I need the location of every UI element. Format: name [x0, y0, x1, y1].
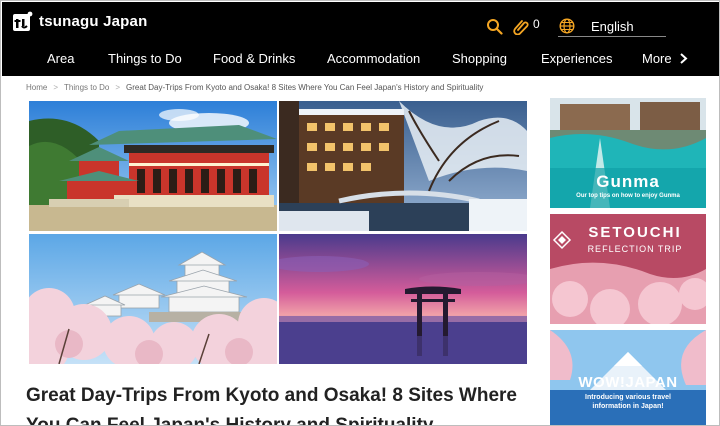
- banner-gunma-title: Gunma: [596, 172, 660, 191]
- article-photo-temple: [29, 101, 277, 231]
- nav-item-more[interactable]: More: [642, 51, 672, 66]
- paperclip-icon[interactable]: [513, 18, 530, 35]
- nav-item-accommodation[interactable]: Accommodation: [327, 51, 420, 66]
- logo-text: tsunagu Japan: [39, 13, 148, 30]
- page-frame: tsunagu Japan 0 English Area Things to D…: [0, 0, 720, 426]
- breadcrumb: Home > Things to Do > Great Day-Trips Fr…: [26, 83, 483, 92]
- breadcrumb-category[interactable]: Things to Do: [64, 83, 109, 92]
- banner-gunma-tagline: Our top tips on how to enjoy Gunma: [576, 193, 680, 199]
- nav-item-experiences[interactable]: Experiences: [541, 51, 613, 66]
- nav-item-food-drinks[interactable]: Food & Drinks: [213, 51, 295, 66]
- banner-gunma[interactable]: Gunma Our top tips on how to enjoy Gunma: [550, 98, 706, 208]
- globe-icon: [559, 18, 575, 34]
- breadcrumb-home[interactable]: Home: [26, 83, 47, 92]
- saved-count: 0: [533, 17, 540, 31]
- breadcrumb-separator-icon: >: [53, 83, 59, 92]
- banner-setouchi-subtitle: REFLECTION TRIP: [587, 244, 683, 254]
- site-logo[interactable]: tsunagu Japan: [12, 11, 147, 32]
- breadcrumb-current: Great Day-Trips From Kyoto and Osaka! 8 …: [126, 83, 484, 92]
- logo-mark-icon: [13, 11, 33, 31]
- language-label: English: [591, 18, 634, 34]
- language-selector[interactable]: English: [558, 16, 666, 37]
- banner-setouchi[interactable]: SETOUCHI REFLECTION TRIP: [550, 214, 706, 324]
- search-icon[interactable]: [486, 18, 503, 35]
- article-photo-castle: [29, 234, 277, 364]
- nav-item-things-to-do[interactable]: Things to Do: [108, 51, 182, 66]
- nav-item-shopping[interactable]: Shopping: [452, 51, 507, 66]
- article-photo-snow-town: [279, 101, 527, 231]
- banner-wowjapan-title: WOW!JAPAN: [578, 374, 678, 391]
- banner-setouchi-title: SETOUCHI: [588, 224, 682, 241]
- banner-wowjapan-tagline-1: Introducing various travel: [585, 394, 671, 401]
- banner-wowjapan[interactable]: WOW!JAPAN Introducing various travel inf…: [550, 330, 706, 425]
- nav-item-area[interactable]: Area: [47, 51, 74, 66]
- article-title: Great Day-Trips From Kyoto and Osaka! 8 …: [26, 385, 517, 426]
- breadcrumb-separator-icon: >: [115, 83, 121, 92]
- article-photo-torii: [279, 234, 527, 364]
- chevron-right-icon[interactable]: [679, 53, 688, 64]
- banner-wowjapan-tagline-2: information in Japan!: [592, 403, 664, 410]
- main-nav: Area Things to Do Food & Drinks Accommod…: [2, 44, 719, 74]
- site-header: tsunagu Japan 0 English Area Things to D…: [2, 2, 719, 76]
